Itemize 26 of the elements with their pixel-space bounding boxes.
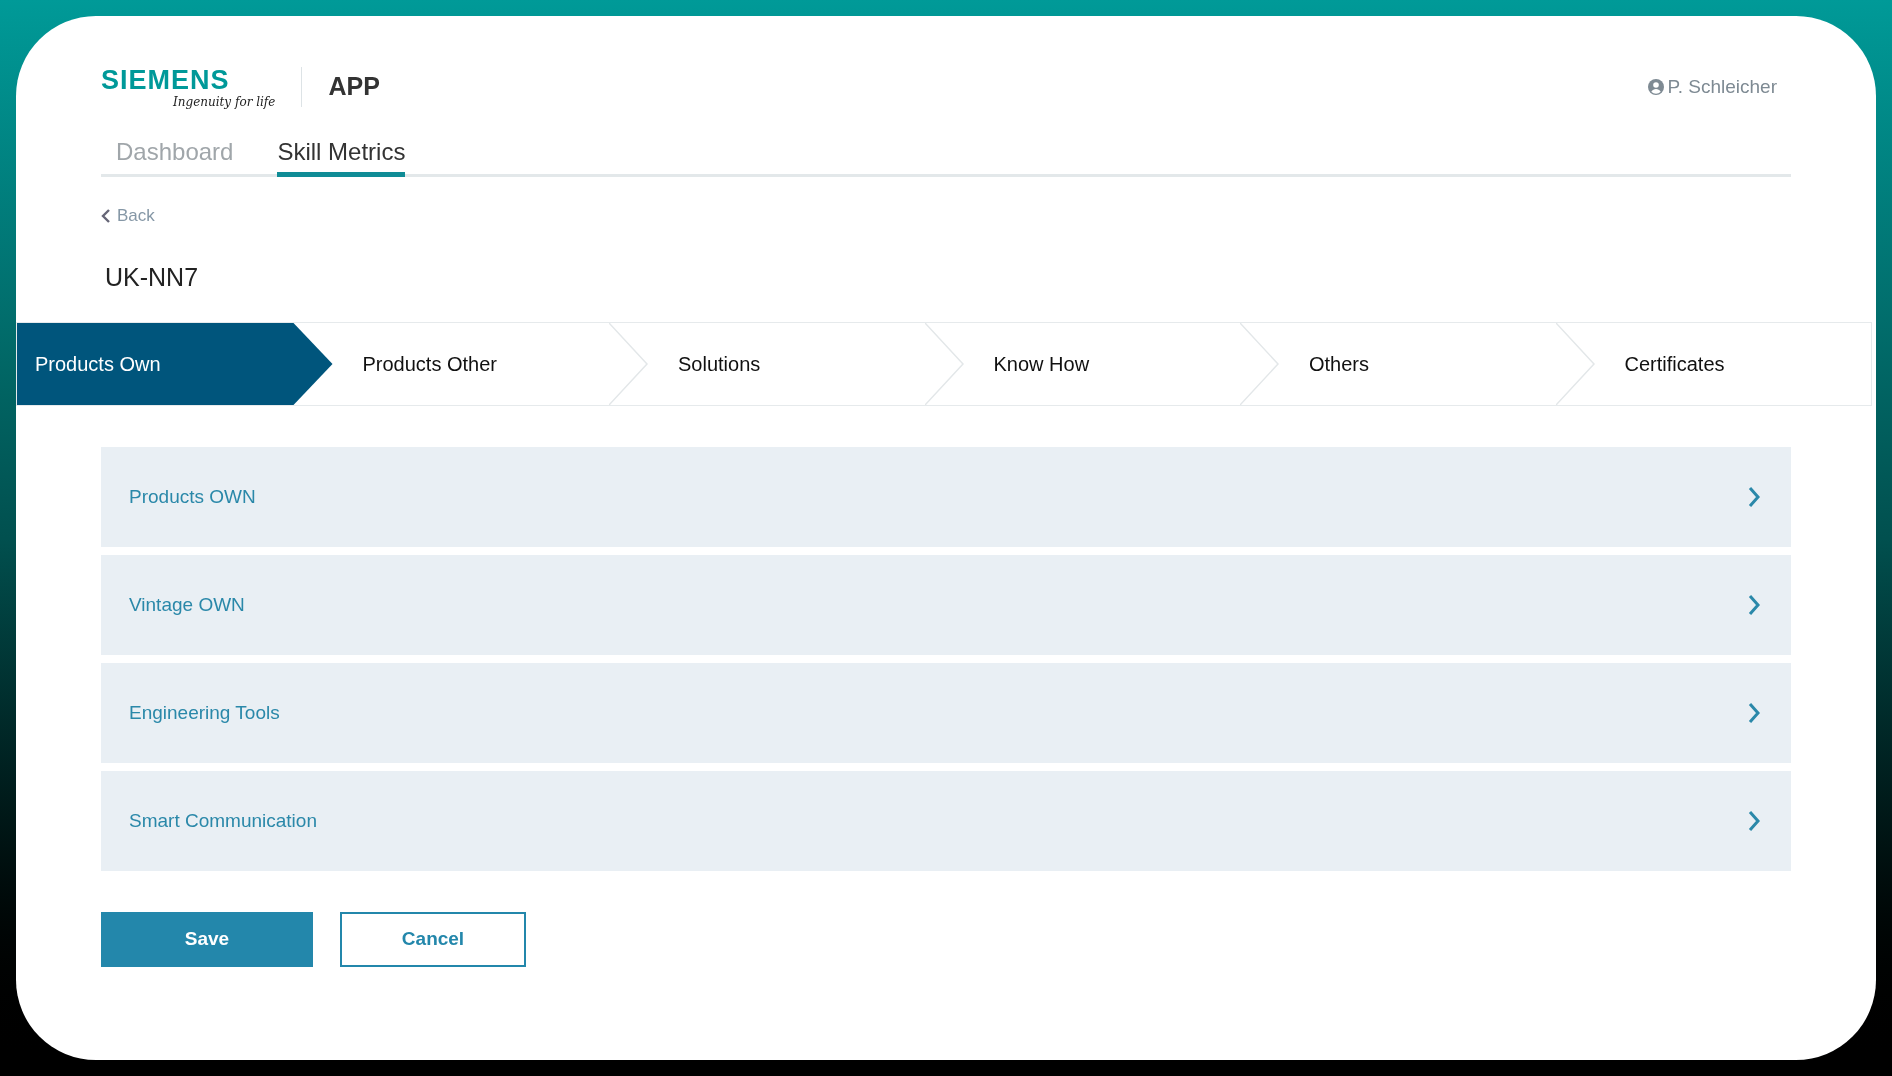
chevron-right-icon bbox=[1747, 486, 1761, 508]
step-tab[interactable]: Products Own bbox=[17, 323, 333, 405]
step-tab[interactable]: Others bbox=[1279, 323, 1556, 405]
category-row[interactable]: Products OWN bbox=[101, 447, 1791, 547]
save-button[interactable]: Save bbox=[101, 912, 313, 967]
step-tab[interactable]: Know How bbox=[963, 323, 1240, 405]
chevron-right-icon bbox=[1747, 810, 1761, 832]
user-name[interactable]: P. Schleicher bbox=[1667, 72, 1777, 102]
logo-wordmark: SIEMENS bbox=[101, 66, 231, 94]
step-tab[interactable]: Products Other bbox=[332, 323, 609, 405]
chevron-right-icon bbox=[1747, 702, 1761, 724]
app-name: APP bbox=[328, 71, 380, 103]
back-link[interactable]: Back bbox=[101, 203, 155, 229]
step-tab[interactable]: Certificates bbox=[1594, 323, 1871, 405]
logo-tagline: Ingenuity for life bbox=[172, 95, 276, 108]
page-title: UK-NN7 bbox=[105, 261, 200, 293]
nav-tab[interactable]: Skill Metrics bbox=[277, 132, 406, 177]
nav-tab[interactable]: Dashboard bbox=[116, 132, 234, 177]
category-row[interactable]: Engineering Tools bbox=[101, 663, 1791, 763]
step-tab[interactable]: Solutions bbox=[648, 323, 925, 405]
user-icon bbox=[1647, 79, 1664, 95]
chevron-left-icon bbox=[101, 207, 111, 224]
category-row[interactable]: Smart Communication bbox=[101, 771, 1791, 871]
cancel-button[interactable]: Cancel bbox=[340, 912, 526, 967]
category-row[interactable]: Vintage OWN bbox=[101, 555, 1791, 655]
chevron-right-icon bbox=[1747, 594, 1761, 616]
